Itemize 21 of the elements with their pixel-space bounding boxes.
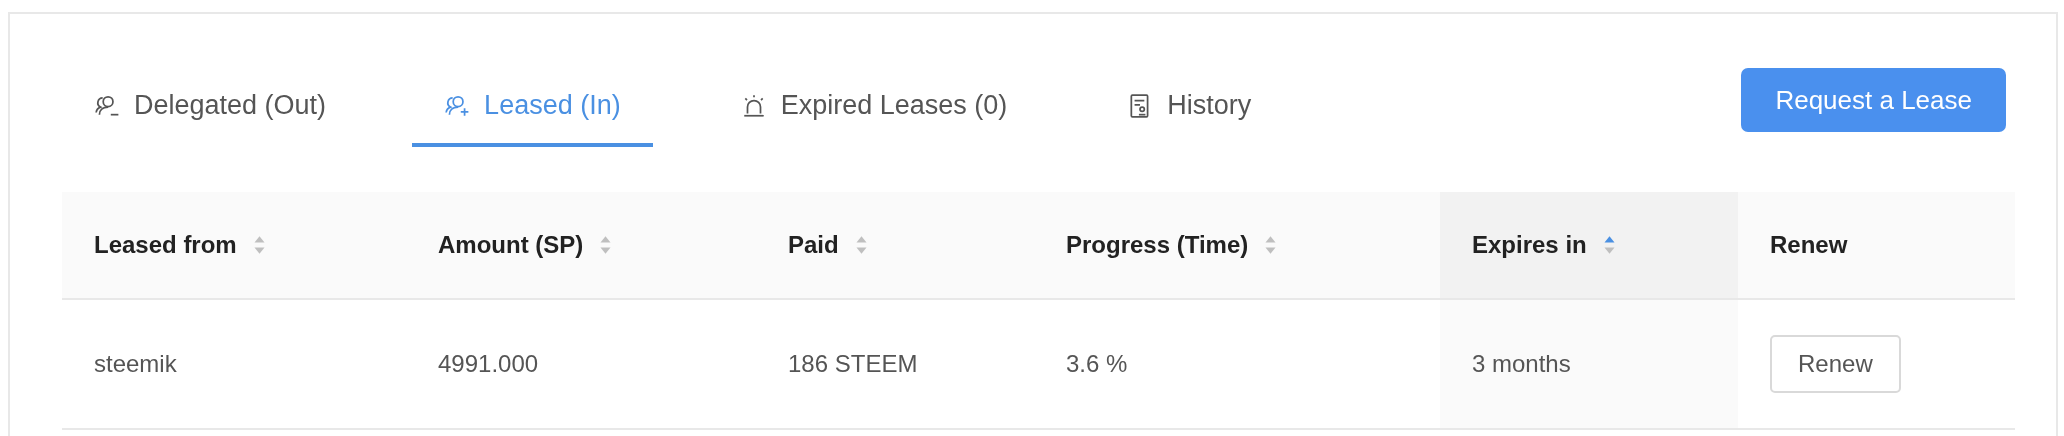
column-label: Leased from [94, 231, 237, 259]
sort-icon[interactable] [599, 235, 613, 255]
sort-icon[interactable] [854, 235, 868, 255]
table-cell-text: 186 STEEM [787, 349, 919, 379]
renew-button[interactable]: Renew [1770, 335, 1901, 393]
sorted-column-header[interactable]: Expires in [1440, 192, 1738, 298]
column-label: Paid [788, 231, 839, 259]
column-label: Renew [1770, 231, 1848, 259]
column-label: Amount (SP) [438, 231, 584, 259]
table-cell: 3 months [1440, 300, 1738, 428]
tab[interactable]: Delegated (Out) [92, 70, 359, 147]
tab[interactable]: History [1125, 70, 1284, 147]
sort-icon[interactable] [252, 235, 266, 255]
column-label: Expires in [1472, 231, 1587, 259]
column-label: Progress (Time) [1066, 231, 1249, 259]
table-cell-text: steemik [93, 349, 178, 379]
sort-icon[interactable] [1602, 235, 1616, 255]
tab[interactable]: Expired Leases (0) [738, 70, 1040, 147]
table-cell-text: 4991.000 [437, 349, 540, 379]
sort-icon[interactable] [1264, 235, 1278, 255]
table-cell-text: 3.6 % [1065, 349, 1129, 379]
